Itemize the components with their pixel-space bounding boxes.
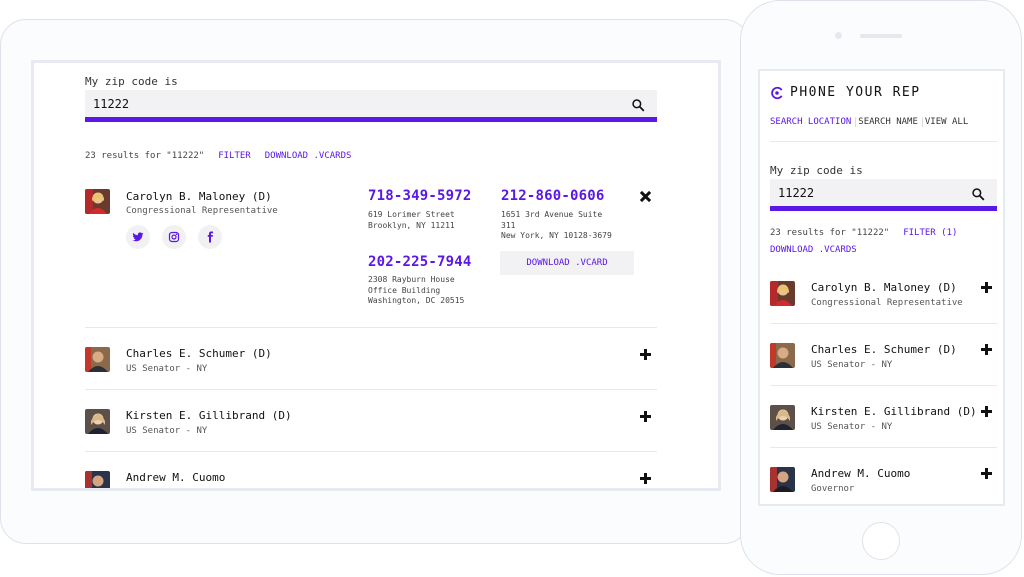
divider bbox=[770, 323, 997, 324]
rep-card[interactable]: Andrew M. Cuomo Governor bbox=[770, 465, 997, 504]
rep-title: US Senator - NY bbox=[811, 422, 893, 432]
zip-input[interactable] bbox=[85, 90, 657, 117]
brand-title: PH0NE YOUR REP bbox=[790, 85, 921, 100]
rep-card[interactable]: Charles E. Schumer (D) US Senator - NY bbox=[770, 341, 997, 381]
address-line: 311 bbox=[501, 220, 516, 230]
avatar bbox=[770, 467, 795, 492]
divider bbox=[85, 389, 657, 390]
rep-name: Carolyn B. Maloney (D) bbox=[126, 190, 272, 203]
rep-card[interactable]: Kirsten E. Gillibrand (D) US Senator - N… bbox=[770, 403, 997, 443]
address-line: 2308 Rayburn House bbox=[368, 275, 455, 284]
rep-name: Kirsten E. Gillibrand (D) bbox=[126, 409, 292, 422]
twitter-icon bbox=[132, 232, 144, 242]
results-count: 23 results for "11222" bbox=[85, 151, 205, 161]
facebook-icon bbox=[207, 231, 213, 243]
office-phone[interactable]: 718-349-5972 bbox=[368, 188, 472, 204]
office-address: 2308 Rayburn House Office Building Washi… bbox=[368, 275, 464, 307]
office-address: 619 Lorimer Street Brooklyn, NY 11211 bbox=[368, 210, 455, 231]
instagram-button[interactable] bbox=[162, 225, 186, 249]
avatar bbox=[770, 281, 795, 306]
rep-title: Congressional Representative bbox=[126, 206, 278, 216]
brand-logo-icon bbox=[771, 86, 783, 100]
facebook-button[interactable] bbox=[198, 225, 222, 249]
results-bar: 23 results for "11222" FILTER DOWNLOAD .VC… bbox=[85, 151, 351, 161]
tab-view-all[interactable]: VIEW ALL bbox=[925, 117, 972, 127]
avatar bbox=[85, 471, 110, 488]
rep-title: US Senator - NY bbox=[811, 360, 893, 370]
instagram-icon bbox=[168, 231, 180, 243]
rep-name: Andrew M. Cuomo bbox=[126, 471, 226, 484]
expand-icon[interactable] bbox=[981, 344, 992, 355]
zip-search-box bbox=[85, 90, 657, 122]
phone-screen: PH0NE YOUR REP SEARCH LOCATION SEARCH NAM… bbox=[758, 69, 1005, 506]
tab-search-name[interactable]: SEARCH NAME bbox=[858, 117, 923, 127]
rep-card[interactable]: Charles E. Schumer (D) US Senator - NY bbox=[85, 345, 657, 385]
office-address: 1651 3rd Avenue Suite 311 New York, NY 1… bbox=[501, 210, 612, 242]
address-line: 1651 3rd Avenue Suite bbox=[501, 210, 603, 219]
divider bbox=[85, 451, 657, 452]
rep-name: Charles E. Schumer (D) bbox=[811, 343, 957, 356]
avatar bbox=[85, 189, 110, 214]
tab-search-location[interactable]: SEARCH LOCATION bbox=[770, 117, 857, 127]
rep-card-expanded: Carolyn B. Maloney (D) Congressional Rep… bbox=[85, 187, 657, 337]
speaker bbox=[860, 34, 902, 38]
address-line: Washington, DC 20515 bbox=[368, 296, 465, 305]
rep-card[interactable]: Carolyn B. Maloney (D) Congressional Rep… bbox=[770, 279, 997, 319]
divider bbox=[770, 447, 997, 448]
address-line: New York, NY 10128-3679 bbox=[501, 231, 612, 240]
rep-name: Charles E. Schumer (D) bbox=[126, 347, 272, 360]
divider bbox=[770, 141, 997, 142]
address-line: Office Building bbox=[368, 285, 441, 295]
download-bar: DOWNLOAD .VCARDS bbox=[770, 245, 857, 255]
search-icon[interactable] bbox=[971, 187, 985, 201]
close-icon[interactable] bbox=[640, 191, 651, 202]
phone-device: PH0NE YOUR REP SEARCH LOCATION SEARCH NAM… bbox=[740, 0, 1022, 575]
home-button[interactable] bbox=[862, 522, 900, 560]
address-line: 619 Lorimer Street bbox=[368, 210, 455, 219]
search-icon[interactable] bbox=[631, 98, 645, 112]
rep-name: Carolyn B. Maloney (D) bbox=[811, 281, 957, 294]
avatar bbox=[85, 347, 110, 372]
divider bbox=[770, 385, 997, 386]
rep-title: US Senator - NY bbox=[126, 364, 208, 374]
filter-link[interactable]: FILTER (1) bbox=[903, 228, 957, 238]
zip-label: My zip code is bbox=[85, 75, 178, 88]
tablet-device: My zip code is 23 results for "11222" FIL… bbox=[0, 19, 750, 544]
expand-icon[interactable] bbox=[640, 473, 651, 484]
filter-link[interactable]: FILTER bbox=[218, 151, 251, 161]
expand-icon[interactable] bbox=[640, 349, 651, 360]
download-vcards-link[interactable]: DOWNLOAD .VCARDS bbox=[265, 151, 352, 161]
office-phone[interactable]: 202-225-7944 bbox=[368, 254, 472, 270]
avatar bbox=[770, 343, 795, 368]
rep-name: Andrew M. Cuomo bbox=[811, 467, 911, 480]
rep-title: Governor bbox=[811, 484, 855, 494]
address-line: Brooklyn, NY 11211 bbox=[368, 220, 455, 230]
zip-search-box bbox=[770, 179, 997, 211]
camera bbox=[835, 32, 842, 39]
expand-icon[interactable] bbox=[981, 468, 992, 479]
tablet-screen: My zip code is 23 results for "11222" FIL… bbox=[31, 60, 721, 491]
expand-icon[interactable] bbox=[981, 406, 992, 417]
rep-card[interactable]: Andrew M. Cuomo bbox=[85, 469, 657, 488]
download-vcards-link[interactable]: DOWNLOAD .VCARDS bbox=[770, 245, 857, 255]
results-count: 23 results for "11222" bbox=[770, 228, 890, 238]
expand-icon[interactable] bbox=[640, 411, 651, 422]
rep-title: US Senator - NY bbox=[126, 426, 208, 436]
zip-input[interactable] bbox=[770, 179, 997, 206]
download-vcard-button[interactable]: DOWNLOAD .VCARD bbox=[500, 251, 634, 275]
office-phone[interactable]: 212-860-0606 bbox=[501, 188, 605, 204]
twitter-button[interactable] bbox=[126, 225, 150, 249]
expand-icon[interactable] bbox=[981, 282, 992, 293]
rep-title: Congressional Representative bbox=[811, 298, 963, 308]
avatar bbox=[85, 409, 110, 434]
zip-label: My zip code is bbox=[770, 164, 863, 177]
divider bbox=[85, 327, 657, 328]
rep-card[interactable]: Kirsten E. Gillibrand (D) US Senator - N… bbox=[85, 407, 657, 447]
results-bar: 23 results for "11222" FILTER (1) bbox=[770, 228, 957, 238]
rep-name: Kirsten E. Gillibrand (D) bbox=[811, 405, 977, 418]
nav-tabs: SEARCH LOCATION SEARCH NAME VIEW ALL bbox=[770, 117, 974, 127]
avatar bbox=[770, 405, 795, 430]
